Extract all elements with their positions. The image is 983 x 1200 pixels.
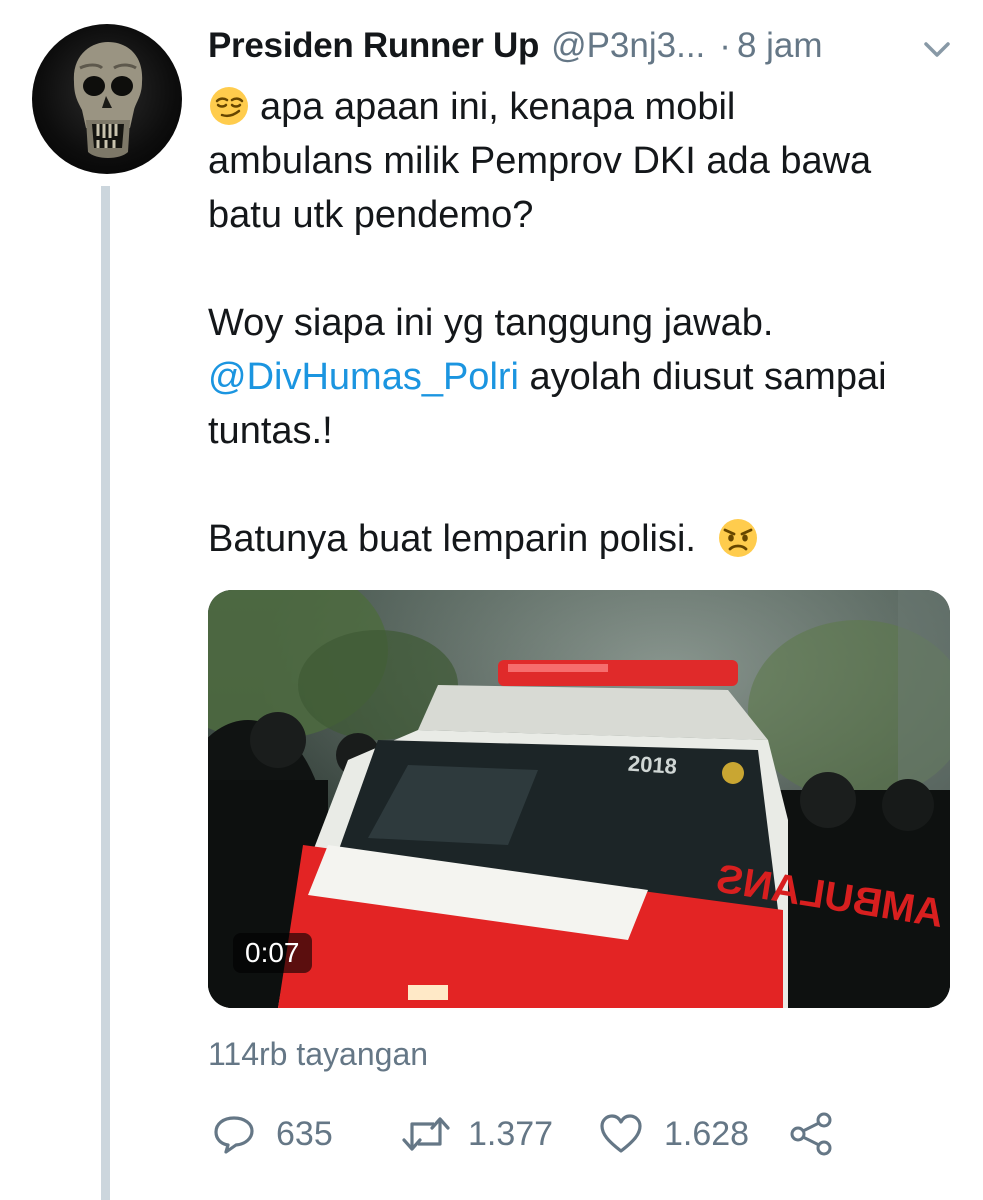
like-button[interactable]: 1.628 [598, 1108, 749, 1160]
retweet-button[interactable]: 1.377 [400, 1108, 553, 1160]
smirk-emoji-icon [210, 87, 248, 125]
text-line-5-rest: ayolah diusut sampai [518, 356, 887, 398]
view-count[interactable]: 114rb tayangan [208, 1036, 428, 1073]
retweet-count: 1.377 [468, 1114, 554, 1153]
share-icon [790, 1112, 832, 1156]
reply-button[interactable]: 635 [212, 1108, 333, 1160]
share-button[interactable] [788, 1108, 834, 1160]
mention-link[interactable]: @DivHumas_Polri [208, 356, 519, 398]
video-duration: 0:07 [233, 933, 312, 973]
text-line-7-wrap: Batunya buat lemparin polisi. [208, 512, 968, 566]
tweet-text: apa apaan ini, kenapa mobil ambulans mil… [208, 80, 968, 566]
text-line-7: Batunya buat lemparin polisi. [208, 518, 696, 560]
video-thumbnail: AMBULANS 2018 [208, 590, 950, 1008]
text-line-4: Woy siapa ini yg tanggung jawab. [208, 302, 774, 344]
text-line-3: batu utk pendemo? [208, 194, 534, 236]
tweet-header: Presiden Runner Up @P3nj3... · 8 jam [208, 24, 968, 68]
retweet-icon [402, 1117, 450, 1151]
text-line-1: apa apaan ini, kenapa mobil [260, 86, 736, 128]
chevron-down-icon[interactable] [920, 32, 954, 66]
avatar[interactable] [32, 24, 182, 174]
user-handle[interactable]: @P3nj3... [551, 26, 705, 66]
text-line-5: @DivHumas_Polri ayolah diusut sampai [208, 350, 968, 404]
video-player[interactable]: AMBULANS 2018 0:07 [208, 590, 950, 1008]
text-line-6: tuntas.! [208, 410, 333, 452]
angry-emoji-icon [718, 519, 757, 557]
heart-icon [600, 1114, 642, 1153]
display-name[interactable]: Presiden Runner Up [208, 26, 539, 66]
avatar-skull-image [73, 42, 143, 158]
reply-count: 635 [276, 1114, 333, 1153]
timestamp[interactable]: 8 jam [737, 26, 823, 66]
like-count: 1.628 [664, 1114, 750, 1153]
separator-dot: · [719, 26, 731, 65]
reply-icon [214, 1116, 254, 1154]
tweet: Presiden Runner Up @P3nj3... · 8 jam apa… [0, 0, 983, 1200]
text-line: apa apaan ini, kenapa mobil [208, 80, 968, 134]
text-line-2: ambulans milik Pemprov DKI ada bawa [208, 140, 872, 182]
badge-text: 2018 [627, 751, 678, 779]
action-bar: 635 1.377 1.628 [212, 1108, 852, 1160]
thread-line [101, 186, 110, 1200]
